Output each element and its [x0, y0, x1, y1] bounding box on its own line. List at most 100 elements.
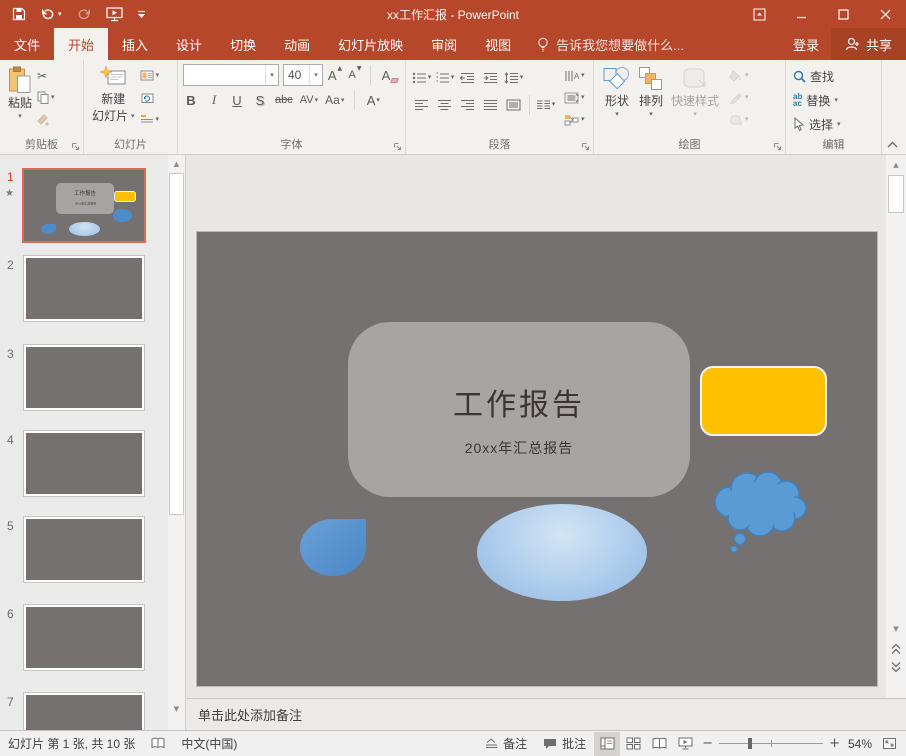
language-indicator[interactable]: 中文(中国)	[173, 731, 245, 756]
align-right-button[interactable]	[457, 94, 478, 115]
slide-7-thumbnail[interactable]	[24, 693, 144, 730]
clear-formatting-button[interactable]: A	[378, 65, 394, 85]
paste-button[interactable]: 粘贴 ▾	[5, 64, 35, 136]
comments-toggle-button[interactable]: 批注	[535, 731, 594, 756]
convert-smartart-button[interactable]: ▾	[562, 110, 587, 129]
select-button[interactable]: 选择 ▾	[791, 114, 876, 134]
slide-4-thumbnail[interactable]	[24, 431, 144, 496]
drawing-dialog-launcher[interactable]	[773, 142, 782, 151]
close-button[interactable]	[864, 0, 906, 28]
font-color-button[interactable]: A▾	[365, 90, 381, 110]
font-dialog-launcher[interactable]	[393, 142, 402, 151]
distribute-button[interactable]	[503, 94, 524, 115]
zoom-level[interactable]: 54%	[844, 731, 876, 756]
undo-button[interactable]: ▾	[40, 8, 62, 21]
grow-font-button[interactable]: A▲	[327, 65, 343, 85]
title-placeholder-shape[interactable]: 工作报告 20xx年汇总报告	[348, 322, 690, 497]
change-case-button[interactable]: Aa▾	[325, 90, 344, 110]
tab-review[interactable]: 审阅	[417, 28, 471, 60]
slide-sorter-view-button[interactable]	[620, 732, 646, 756]
slide-6-thumbnail[interactable]	[24, 605, 144, 670]
tab-insert[interactable]: 插入	[108, 28, 162, 60]
tell-me-box[interactable]: 告诉我您想要做什么...	[525, 28, 696, 60]
slide-1-thumbnail[interactable]: 工作报告 20xx年汇总报告	[22, 168, 146, 243]
notes-toggle-button[interactable]: 备注	[477, 731, 535, 756]
format-painter-button[interactable]	[35, 110, 57, 129]
tab-home[interactable]: 开始	[54, 28, 108, 60]
spell-check-button[interactable]	[143, 731, 173, 756]
slideshow-view-button[interactable]	[672, 732, 698, 756]
bullets-button[interactable]: ▾	[411, 67, 432, 88]
replace-button[interactable]: abac 替换 ▾	[791, 90, 876, 110]
save-button[interactable]	[12, 7, 26, 21]
font-name-combobox[interactable]: ▾	[183, 64, 279, 86]
thumbnail-slide-3[interactable]: 3	[0, 345, 168, 414]
justify-button[interactable]	[480, 94, 501, 115]
slide-2-thumbnail[interactable]	[24, 256, 144, 321]
find-button[interactable]: 查找	[791, 66, 876, 86]
zoom-slider-handle[interactable]	[748, 738, 752, 749]
section-button[interactable]: ▾	[138, 110, 162, 129]
tab-view[interactable]: 视图	[471, 28, 525, 60]
character-spacing-button[interactable]: AV▾	[300, 90, 318, 110]
copy-button[interactable]: ▾	[35, 88, 57, 107]
redo-button[interactable]	[76, 8, 92, 21]
text-shadow-button[interactable]: S	[252, 90, 268, 110]
slide-indicator[interactable]: 幻灯片 第 1 张, 共 10 张	[0, 731, 143, 756]
tab-animations[interactable]: 动画	[270, 28, 324, 60]
scroll-up-arrow[interactable]: ▲	[886, 157, 906, 173]
thumbnail-slide-6[interactable]: 6	[0, 605, 168, 674]
zoom-in-button[interactable]: +	[829, 736, 840, 751]
thumbnail-scrollbar-thumb[interactable]	[169, 173, 184, 515]
tab-file[interactable]: 文件	[0, 28, 54, 60]
scroll-down-arrow[interactable]: ▼	[168, 700, 185, 717]
decrease-indent-button[interactable]	[457, 67, 478, 88]
bold-button[interactable]: B	[183, 90, 199, 110]
collapse-ribbon-button[interactable]	[887, 141, 898, 148]
thumbnail-scrollbar[interactable]: ▲ ▼	[168, 155, 185, 730]
previous-slide-button[interactable]	[886, 643, 906, 655]
ribbon-display-options-button[interactable]	[738, 0, 780, 28]
thumbnail-slide-7[interactable]: 7	[0, 693, 168, 730]
shape-effects-button[interactable]: ▾	[727, 110, 751, 129]
reading-view-button[interactable]	[646, 732, 672, 756]
reset-button[interactable]	[138, 88, 162, 107]
scroll-up-arrow[interactable]: ▲	[168, 155, 185, 172]
align-text-button[interactable]: ▾	[562, 88, 587, 107]
strikethrough-button[interactable]: abc	[275, 90, 293, 110]
arrange-button[interactable]: 排列 ▾	[635, 64, 667, 136]
quick-styles-button[interactable]: 快速样式 ▾	[667, 64, 723, 136]
scroll-down-arrow[interactable]: ▼	[886, 621, 906, 637]
scrollbar-thumb[interactable]	[888, 175, 904, 213]
normal-view-button[interactable]	[594, 732, 620, 756]
notes-pane[interactable]: 单击此处添加备注	[187, 698, 906, 730]
start-from-beginning-button[interactable]	[106, 7, 123, 22]
cloud-callout-shape[interactable]	[702, 460, 817, 556]
line-spacing-button[interactable]: ▾	[503, 67, 524, 88]
shape-outline-button[interactable]: ▾	[727, 88, 751, 107]
zoom-slider-track[interactable]	[719, 743, 823, 744]
tab-transitions[interactable]: 切换	[216, 28, 270, 60]
numbering-button[interactable]: ▾	[434, 67, 455, 88]
fit-to-window-button[interactable]	[876, 732, 902, 756]
cut-button[interactable]: ✂	[35, 66, 57, 85]
font-size-combobox[interactable]: 40▾	[283, 64, 323, 86]
shrink-font-button[interactable]: A▼	[347, 65, 363, 85]
teardrop-shape[interactable]	[300, 519, 366, 576]
underline-button[interactable]: U	[229, 90, 245, 110]
oval-shape[interactable]	[477, 504, 647, 601]
layout-button[interactable]: ▾	[138, 66, 162, 85]
clipboard-dialog-launcher[interactable]	[71, 142, 80, 151]
tab-design[interactable]: 设计	[162, 28, 216, 60]
thumbnail-slide-4[interactable]: 4	[0, 431, 168, 500]
shapes-button[interactable]: 形状 ▾	[599, 64, 635, 136]
shape-fill-button[interactable]: ▾	[727, 66, 751, 85]
thumbnail-slide-1[interactable]: 1 ★ 工作报告 20xx年汇总报告	[0, 168, 168, 247]
slide-3-thumbnail[interactable]	[24, 345, 144, 410]
vertical-scrollbar[interactable]: ▲ ▼	[886, 155, 906, 698]
maximize-button[interactable]	[822, 0, 864, 28]
columns-button[interactable]: ▾	[535, 94, 556, 115]
customize-qat-button[interactable]	[137, 10, 146, 19]
slide-5-thumbnail[interactable]	[24, 517, 144, 582]
sign-in-button[interactable]: 登录	[781, 28, 831, 60]
